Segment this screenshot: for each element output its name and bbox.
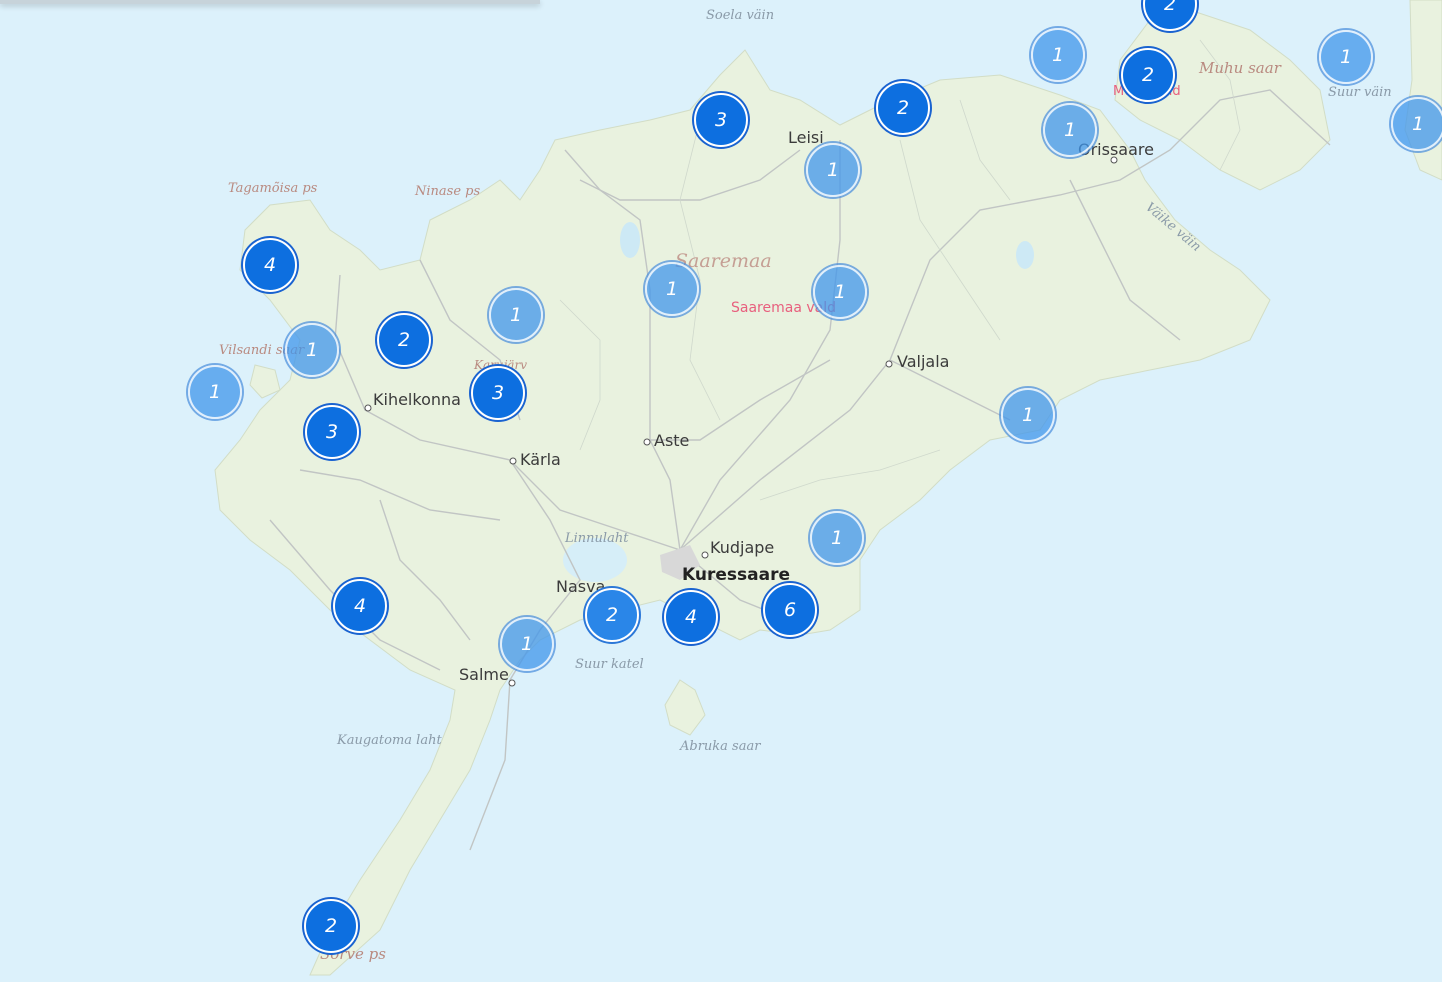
cluster-marker[interactable]: 4 — [333, 579, 387, 633]
label-valjala: Valjala — [897, 352, 950, 371]
cluster-marker[interactable]: 2 — [1121, 48, 1175, 102]
saaremaa-land — [214, 49, 1271, 976]
label-linnulaht: Linnulaht — [565, 531, 629, 546]
label-kaugatoma-laht: Kaugatoma laht — [337, 733, 442, 748]
map-base-layer — [214, 0, 1442, 976]
label-kihelkonna: Kihelkonna — [373, 390, 461, 409]
label-leisi: Leisi — [788, 128, 824, 147]
cluster-marker[interactable]: 4 — [664, 590, 718, 644]
label-suur-katel: Suur katel — [575, 657, 644, 672]
lake — [620, 222, 640, 258]
cluster-count: 2 — [324, 915, 338, 937]
cluster-count: 1 — [1051, 44, 1065, 66]
cluster-marker[interactable]: 4 — [243, 238, 297, 292]
vilsandi-land — [249, 364, 281, 399]
cluster-count: 1 — [1339, 46, 1353, 68]
cluster-marker[interactable]: 1 — [810, 511, 864, 565]
cluster-count: 1 — [830, 527, 844, 549]
cluster-count: 4 — [684, 606, 698, 628]
cluster-count: 2 — [397, 329, 411, 351]
cluster-count: 1 — [305, 339, 319, 361]
cluster-count: 6 — [783, 599, 797, 621]
label-kudjape: Kudjape — [710, 538, 775, 557]
cluster-count: 1 — [665, 278, 679, 300]
cluster-marker[interactable]: 1 — [285, 323, 339, 377]
cluster-count: 1 — [826, 159, 840, 181]
cluster-count: 3 — [491, 382, 505, 404]
map-viewport[interactable]: Soela väin Tagamõisa ps Ninase ps Saarem… — [0, 0, 1442, 982]
cluster-marker[interactable]: 1 — [813, 265, 867, 319]
label-aste: Aste — [654, 431, 690, 450]
cluster-count: 1 — [833, 281, 847, 303]
cluster-marker[interactable]: 1 — [1319, 30, 1373, 84]
cluster-marker[interactable]: 1 — [1001, 388, 1055, 442]
cluster-marker[interactable]: 1 — [645, 262, 699, 316]
cluster-marker[interactable]: 1 — [188, 365, 242, 419]
cluster-marker[interactable]: 2 — [304, 899, 358, 953]
cluster-marker[interactable]: 2 — [585, 588, 639, 642]
cluster-count: 1 — [509, 304, 523, 326]
cluster-marker[interactable]: 2 — [876, 81, 930, 135]
label-suur-vain: Suur väin — [1328, 85, 1392, 100]
lake — [1016, 241, 1034, 269]
cluster-count: 2 — [605, 604, 619, 626]
cluster-marker[interactable]: 3 — [471, 366, 525, 420]
east-island-land — [1404, 0, 1442, 181]
cluster-marker[interactable]: 1 — [489, 288, 543, 342]
abruka-land — [664, 679, 706, 736]
label-abruka-saar: Abruka saar — [680, 739, 761, 754]
cluster-marker[interactable]: 1 — [1391, 97, 1442, 151]
cluster-count: 2 — [1141, 64, 1155, 86]
cluster-marker[interactable]: 3 — [694, 93, 748, 147]
cluster-marker[interactable]: 1 — [1043, 103, 1097, 157]
label-tagamoisa-ps: Tagamõisa ps — [228, 181, 318, 196]
label-karla: Kärla — [520, 450, 561, 469]
cluster-marker[interactable]: 6 — [763, 583, 817, 637]
label-ninase-ps: Ninase ps — [415, 184, 481, 199]
cluster-marker[interactable]: 2 — [377, 313, 431, 367]
cluster-count: 2 — [896, 97, 910, 119]
label-muhu-saar: Muhu saar — [1199, 59, 1281, 77]
label-soela-vain: Soela väin — [706, 8, 775, 23]
cluster-count: 4 — [263, 254, 277, 276]
label-kuressaare: Kuressaare — [682, 565, 790, 585]
cluster-count: 1 — [520, 633, 534, 655]
cluster-count: 1 — [208, 381, 222, 403]
cluster-marker[interactable]: 1 — [500, 617, 554, 671]
cluster-count: 3 — [714, 109, 728, 131]
cluster-count: 3 — [325, 421, 339, 443]
cluster-count: 2 — [1163, 0, 1177, 15]
cluster-count: 4 — [353, 595, 367, 617]
cluster-count: 1 — [1021, 404, 1035, 426]
label-salme: Salme — [459, 665, 509, 684]
cluster-count: 1 — [1063, 119, 1077, 141]
cluster-marker[interactable]: 1 — [1031, 28, 1085, 82]
cluster-count: 1 — [1411, 113, 1425, 135]
cluster-marker[interactable]: 1 — [806, 143, 860, 197]
cluster-marker[interactable]: 3 — [305, 405, 359, 459]
